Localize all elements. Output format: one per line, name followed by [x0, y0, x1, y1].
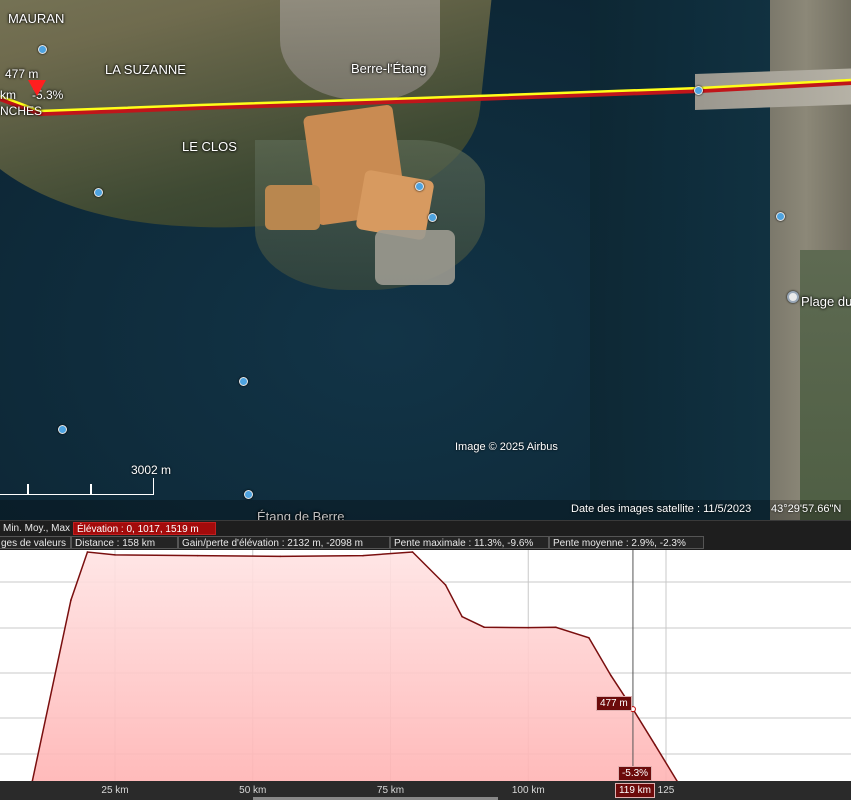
place-label-anches: NCHES [0, 104, 43, 118]
elevation-point [362, 554, 364, 557]
beach-marker[interactable] [787, 291, 799, 303]
avg-slope-stat[interactable]: Pente moyenne : 2.9%, -2.3% [549, 536, 704, 549]
place-label-la-suzanne: LA SUZANNE [105, 62, 186, 77]
x-tick-label: 25 km [101, 785, 129, 796]
scale-tick [90, 484, 92, 495]
industrial-site [375, 230, 455, 285]
map-cursor-elevation: 477 m [5, 67, 39, 81]
value-range-label[interactable]: ges de valeurs [0, 536, 71, 549]
poi-marker[interactable] [415, 182, 424, 191]
elevation-profile-chart[interactable]: 25 km 50 km 75 km 100 km 125 477 m -5.3% 119… [0, 550, 851, 800]
poi-marker[interactable] [239, 377, 248, 386]
elevation-point [527, 626, 530, 629]
elevation-point [86, 551, 89, 553]
elevation-point [555, 626, 557, 629]
elevation-stats-bar: Min. Moy., Max Élévation : 0, 1017, 1519… [0, 520, 851, 535]
elevation-point [588, 636, 590, 639]
scale-tick [27, 484, 29, 495]
salt-pond [265, 185, 320, 230]
map-position-arrow-icon [28, 80, 46, 96]
cursor-distance-badge: 119 km [614, 783, 655, 798]
place-label-plage: Plage du [801, 294, 851, 309]
coordinate-readout: 43°29'57.66"N [771, 503, 842, 515]
imagery-copyright: Image © 2025 Airbus [455, 441, 558, 453]
imagery-date: Date des images satellite : 11/5/2023 [571, 503, 752, 515]
runway [695, 68, 851, 110]
poi-marker[interactable] [38, 45, 47, 54]
poi-marker[interactable] [776, 212, 785, 221]
elevation-point [444, 584, 447, 586]
map-cursor-unit: km [0, 88, 16, 102]
distance-stat[interactable]: Distance : 158 km [71, 536, 178, 549]
elevation-point [70, 599, 72, 601]
place-label-berre: Berre-l'Étang [351, 61, 427, 76]
scale-bar [0, 478, 154, 495]
coast-land [800, 250, 851, 520]
elevation-point [654, 744, 656, 746]
poi-marker[interactable] [244, 490, 253, 499]
satellite-map-view[interactable]: MAURAN LA SUZANNE LE CLOS Berre-l'Étang … [0, 0, 851, 520]
poi-marker[interactable] [694, 86, 703, 95]
elevation-point [610, 674, 612, 677]
poi-marker[interactable] [58, 425, 67, 434]
scale-label: 3002 m [131, 463, 172, 477]
cursor-slope-badge: -5.3% [617, 766, 653, 781]
elevation-point [483, 626, 485, 629]
elevation-point [411, 551, 414, 553]
poi-marker[interactable] [94, 188, 103, 197]
elevation-point [279, 555, 282, 558]
profile-plot[interactable] [0, 550, 851, 781]
x-tick-label: 100 km [511, 785, 545, 796]
elevation-gain-stat[interactable]: Gain/perte d'élévation : 2132 m, -2098 m [178, 536, 390, 549]
poi-marker[interactable] [428, 213, 437, 222]
profile-stats-bar: ges de valeurs Distance : 158 km Gain/pe… [0, 535, 851, 550]
x-tick-label: 75 km [376, 785, 405, 796]
x-tick-label: 125 [657, 785, 675, 796]
x-tick-label: 50 km [239, 785, 267, 796]
elevation-area [32, 552, 678, 781]
elevation-point [114, 554, 116, 556]
place-label-le-clos: LE CLOS [182, 139, 237, 154]
elevation-point [461, 615, 463, 618]
elevation-stat[interactable]: Élévation : 0, 1017, 1519 m [73, 522, 216, 535]
place-label-mauran: MAURAN [8, 11, 65, 26]
cursor-elevation-badge: 477 m [595, 696, 632, 712]
minmax-label: Min. Moy., Max [3, 523, 71, 534]
elevation-point [196, 554, 199, 557]
max-slope-stat[interactable]: Pente maximale : 11.3%, -9.6% [390, 536, 549, 549]
google-earth-window: MAURAN LA SUZANNE LE CLOS Berre-l'Étang … [0, 0, 851, 800]
